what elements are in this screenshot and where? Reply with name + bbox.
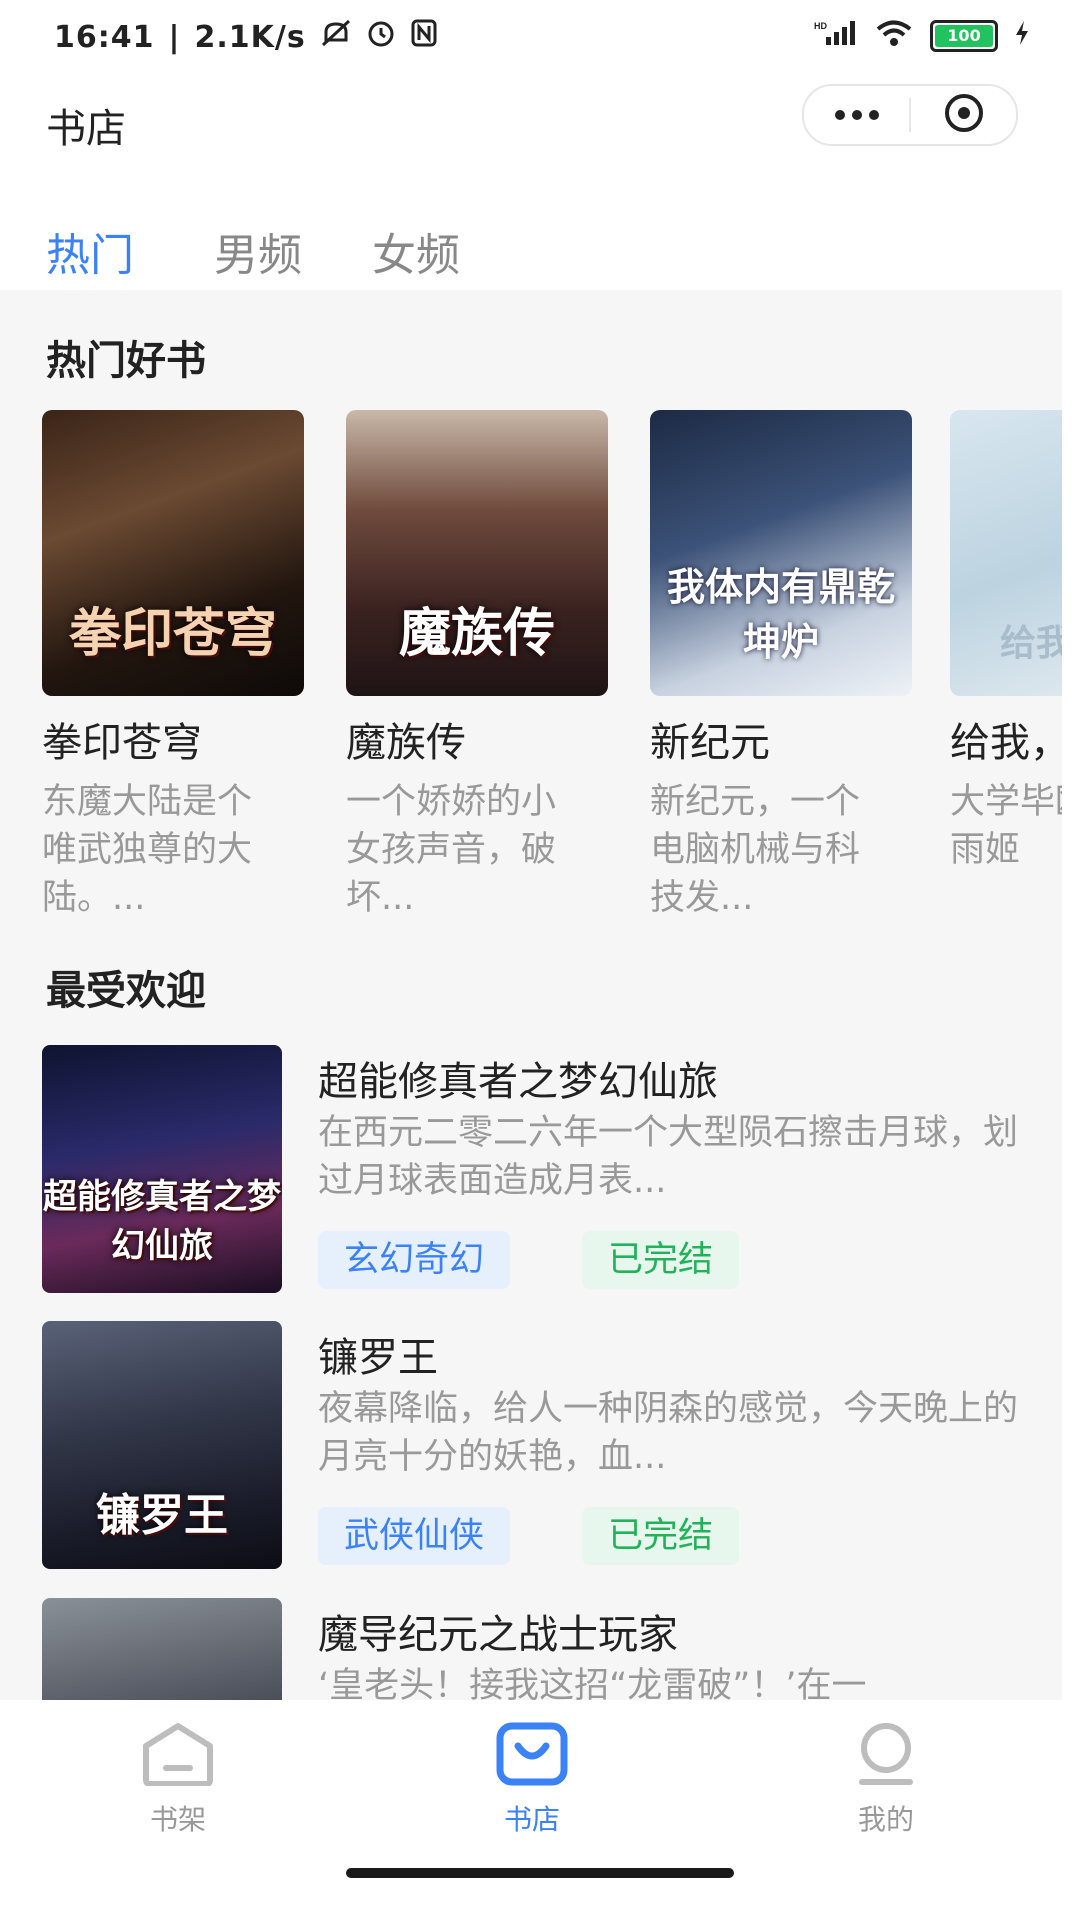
genre-tag[interactable]: 玄幻奇幻 [318, 1231, 511, 1289]
cover-title-text: 拳印苍穹 [68, 603, 277, 664]
hot-section-title: 热门好书 [46, 338, 206, 384]
nav-label: 书架 [149, 1803, 206, 1836]
bottom-navigation: 书架 书店 我的 [0, 1700, 1080, 1920]
profile-icon [848, 1723, 924, 1790]
tab-male[interactable]: 男频 [214, 219, 302, 283]
genre-tag[interactable]: 武侠仙侠 [318, 1507, 511, 1565]
more-button[interactable] [804, 86, 909, 144]
cover-title-text: 给我 [1000, 622, 1062, 664]
book-cover[interactable]: 给我 [950, 410, 1062, 696]
book-title: 新纪元 [650, 720, 770, 766]
close-circle-icon [943, 92, 985, 138]
nav-store[interactable]: 书店 [452, 1722, 612, 1838]
wifi-icon [874, 18, 914, 54]
category-tabs: 热门 男频 女频 [0, 205, 1080, 293]
book-title: 给我， [950, 720, 1062, 766]
nav-label: 书店 [503, 1803, 560, 1836]
cover-title-text: 魔族传 [398, 603, 555, 664]
charging-icon [1014, 19, 1030, 53]
more-dots-icon [834, 106, 880, 125]
popular-section-title: 最受欢迎 [46, 968, 206, 1014]
nav-label: 我的 [857, 1803, 914, 1836]
book-title: 拳印苍穹 [42, 720, 202, 766]
status-left: 16:41 | 2.1K/s [54, 18, 438, 56]
book-desc: ‘皇老头！接我这招“龙雷破”！’在一 [318, 1666, 867, 1700]
status-bar: 16:41 | 2.1K/s HD 100 [0, 0, 1080, 78]
book-desc: 在西元二零二六年一个大型陨石擦击月球，划过月球表面造成月表... [318, 1113, 1019, 1201]
book-desc: 新纪元，一个电脑机械与科技发... [650, 782, 861, 918]
book-title: 魔导纪元之战士玩家 [318, 1612, 678, 1658]
bookshelf-icon [140, 1723, 216, 1790]
book-cover[interactable]: 我体内有鼎乾坤炉 [650, 410, 912, 696]
hot-book-card[interactable]: 拳印苍穹 拳印苍穹 东魔大陆是个唯武独尊的大陆。... [42, 410, 304, 922]
store-bag-icon [494, 1722, 570, 1790]
signal-icon: HD [814, 19, 858, 53]
book-desc: 大学毕欧阳沈雨姬 [950, 782, 1062, 870]
alarm-icon [366, 18, 396, 56]
battery-level: 100 [935, 25, 993, 47]
nfc-icon [410, 18, 438, 56]
book-cover[interactable] [42, 1598, 282, 1700]
close-button[interactable] [911, 86, 1016, 144]
tab-hot[interactable]: 热门 [46, 219, 134, 283]
cover-title-text: 超能修真者之梦幻仙旅 [43, 1177, 281, 1266]
svg-text:HD: HD [814, 21, 827, 31]
content-area: 热门好书 拳印苍穹 拳印苍穹 东魔大陆是个唯武独尊的大陆。... 魔族传 魔族传… [0, 290, 1062, 1700]
status-tag: 已完结 [582, 1507, 740, 1565]
mini-program-capsule [802, 84, 1018, 146]
book-title: 超能修真者之梦幻仙旅 [318, 1059, 718, 1105]
list-item[interactable]: 魔导纪元之战士玩家 ‘皇老头！接我这招“龙雷破”！’在一 [42, 1598, 1042, 1700]
book-title: 镰罗王 [318, 1335, 438, 1381]
nav-bookshelf[interactable]: 书架 [98, 1722, 258, 1838]
status-right: HD 100 [814, 18, 1030, 54]
book-cover[interactable]: 超能修真者之梦幻仙旅 [42, 1045, 282, 1293]
book-title: 魔族传 [346, 720, 466, 766]
status-divider: | [168, 19, 181, 55]
list-item[interactable]: 超能修真者之梦幻仙旅 超能修真者之梦幻仙旅 在西元二零二六年一个大型陨石擦击月球… [42, 1045, 1042, 1293]
status-tag: 已完结 [582, 1231, 740, 1289]
cover-title-text: 我体内有鼎乾坤炉 [666, 564, 895, 664]
book-desc: 一个娇娇的小女孩声音，破坏... [346, 782, 557, 918]
hot-book-card[interactable]: 我体内有鼎乾坤炉 新纪元 新纪元，一个电脑机械与科技发... [650, 410, 912, 922]
book-cover[interactable]: 镰罗王 [42, 1321, 282, 1569]
status-time: 16:41 [54, 19, 155, 55]
hot-book-card[interactable]: 魔族传 魔族传 一个娇娇的小女孩声音，破坏... [346, 410, 608, 922]
network-speed: 2.1K/s [194, 19, 306, 55]
nav-profile[interactable]: 我的 [806, 1722, 966, 1838]
cover-title-text: 镰罗王 [96, 1490, 228, 1541]
book-cover[interactable]: 魔族传 [346, 410, 608, 696]
header: 书店 [0, 78, 1080, 198]
book-desc: 东魔大陆是个唯武独尊的大陆。... [42, 782, 253, 918]
tab-female[interactable]: 女频 [372, 219, 460, 283]
book-desc: 夜幕降临，给人一种阴森的感觉，今天晚上的月亮十分的妖艳，血... [318, 1389, 1019, 1477]
hot-book-card[interactable]: 给我 给我， 大学毕欧阳沈雨姬 [950, 410, 1062, 874]
page-title: 书店 [46, 106, 126, 152]
battery-icon: 100 [930, 20, 998, 52]
home-indicator[interactable] [346, 1868, 734, 1878]
list-item[interactable]: 镰罗王 镰罗王 夜幕降临，给人一种阴森的感觉，今天晚上的月亮十分的妖艳，血...… [42, 1321, 1042, 1569]
mute-icon [320, 18, 352, 56]
book-cover[interactable]: 拳印苍穹 [42, 410, 304, 696]
